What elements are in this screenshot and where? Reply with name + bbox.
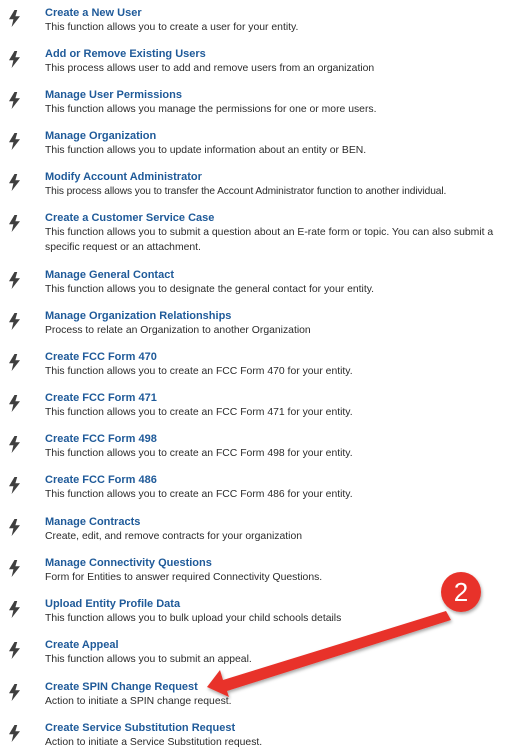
- manage-general-contact-link[interactable]: Manage General Contact: [45, 268, 174, 282]
- item-description: Action to initiate a Service Substitutio…: [45, 737, 263, 748]
- lightning-bolt-icon: [8, 215, 21, 232]
- item-description: This function allows you to create an FC…: [45, 489, 353, 500]
- item-description: This function allows you to submit a que…: [45, 227, 494, 253]
- lightning-bolt-icon: [8, 601, 21, 618]
- create-fcc-form-471-link[interactable]: Create FCC Form 471: [45, 391, 157, 405]
- create-new-user-link[interactable]: Create a New User: [45, 6, 142, 20]
- item-description: Form for Entities to answer required Con…: [45, 572, 323, 583]
- item-description: This function allows you to create an FC…: [45, 366, 353, 377]
- lightning-bolt-icon: [8, 313, 21, 330]
- lightning-bolt-icon: [8, 436, 21, 453]
- item-description: This process allows you to transfer the …: [45, 186, 447, 197]
- item-description: This function allows you to update infor…: [45, 145, 367, 156]
- item-description: This function allows you to create a use…: [45, 22, 299, 33]
- upload-entity-profile-data-link[interactable]: Upload Entity Profile Data: [45, 597, 180, 611]
- item-description: Action to initiate a SPIN change request…: [45, 696, 232, 707]
- create-service-substitution-request-link[interactable]: Create Service Substitution Request: [45, 721, 235, 735]
- lightning-bolt-icon: [8, 272, 21, 289]
- lightning-bolt-icon: [8, 174, 21, 191]
- create-fcc-form-498-link[interactable]: Create FCC Form 498: [45, 432, 157, 446]
- create-appeal-link[interactable]: Create Appeal: [45, 638, 119, 652]
- lightning-bolt-icon: [8, 560, 21, 577]
- step-number: 2: [454, 577, 468, 607]
- add-remove-users-link[interactable]: Add or Remove Existing Users: [45, 47, 206, 61]
- item-description: This function allows you manage the perm…: [45, 104, 377, 115]
- create-fcc-form-470-link[interactable]: Create FCC Form 470: [45, 350, 157, 364]
- manage-organization-link[interactable]: Manage Organization: [45, 129, 156, 143]
- modify-account-administrator-link[interactable]: Modify Account Administrator: [45, 170, 202, 184]
- lightning-bolt-icon: [8, 477, 21, 494]
- item-description: This function allows you to submit an ap…: [45, 654, 252, 665]
- item-description: This function allows you to create an FC…: [45, 407, 353, 418]
- lightning-bolt-icon: [8, 519, 21, 536]
- item-description: Process to relate an Organization to ano…: [45, 325, 311, 336]
- manage-organization-relationships-link[interactable]: Manage Organization Relationships: [45, 309, 231, 323]
- manage-contracts-link[interactable]: Manage Contracts: [45, 515, 140, 529]
- item-description: This process allows user to add and remo…: [45, 63, 375, 74]
- lightning-bolt-icon: [8, 684, 21, 701]
- lightning-bolt-icon: [8, 642, 21, 659]
- lightning-bolt-icon: [8, 51, 21, 68]
- manage-user-permissions-link[interactable]: Manage User Permissions: [45, 88, 182, 102]
- manage-connectivity-questions-link[interactable]: Manage Connectivity Questions: [45, 556, 212, 570]
- create-customer-service-case-link[interactable]: Create a Customer Service Case: [45, 211, 214, 225]
- step-number-badge: [441, 572, 481, 612]
- lightning-bolt-icon: [8, 725, 21, 742]
- lightning-bolt-icon: [8, 92, 21, 109]
- create-fcc-form-486-link[interactable]: Create FCC Form 486: [45, 473, 157, 487]
- lightning-bolt-icon: [8, 395, 21, 412]
- item-description: This function allows you to designate th…: [45, 284, 375, 295]
- lightning-bolt-icon: [8, 354, 21, 371]
- lightning-bolt-icon: [8, 133, 21, 150]
- item-description: This function allows you to create an FC…: [45, 448, 353, 459]
- item-description: This function allows you to bulk upload …: [45, 613, 342, 624]
- create-spin-change-request-link[interactable]: Create SPIN Change Request: [45, 680, 198, 694]
- item-description: Create, edit, and remove contracts for y…: [45, 531, 303, 542]
- lightning-bolt-icon: [8, 10, 21, 27]
